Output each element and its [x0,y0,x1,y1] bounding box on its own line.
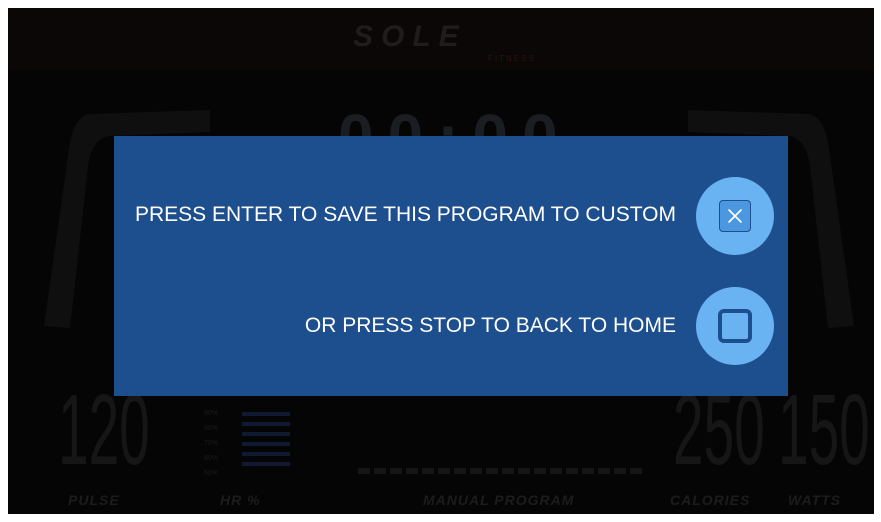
x-box-icon [719,200,751,232]
program-bar [422,468,434,474]
hr-zone-scale: 90% 80% 70% 60% 50% [204,406,218,481]
save-prompt-text: PRESS ENTER TO SAVE THIS PROGRAM TO CUST… [134,203,676,226]
console-screen: SOLE FITNESS 00:00 120 250 150 90% 80% 7… [8,8,874,514]
hr-bar [242,432,290,436]
hr-bar [242,462,290,466]
enter-save-button[interactable] [696,177,774,255]
program-profile-bars [358,468,648,474]
square-stop-icon [718,309,752,343]
calories-label: CALORIES [670,492,751,508]
program-bar [566,468,578,474]
program-bar [470,468,482,474]
logo-band: SOLE FITNESS [8,8,874,70]
program-bar [582,468,594,474]
hr-scale-label: 50% [204,470,219,477]
brand-logo: SOLE [353,20,467,53]
program-bar [630,468,642,474]
program-bar [550,468,562,474]
home-prompt-text: OR PRESS STOP TO BACK TO HOME [304,314,676,337]
watts-value: 150 [778,374,870,486]
program-bar [614,468,626,474]
hr-bar [242,452,290,456]
program-bar [534,468,546,474]
program-bar [390,468,402,474]
hr-label: HR % [220,492,261,508]
hr-zone-bars [242,412,290,472]
brand-sub: FITNESS [488,54,536,63]
program-bar [358,468,370,474]
program-bar [374,468,386,474]
hr-scale-label: 70% [204,440,219,447]
pulse-label: PULSE [68,492,120,508]
watts-label: WATTS [788,492,841,508]
program-label: MANUAL PROGRAM [423,492,575,508]
hr-bar [242,422,290,426]
program-bar [598,468,610,474]
program-bar [454,468,466,474]
hr-scale-label: 90% [204,410,219,417]
program-bar [518,468,530,474]
program-bar [486,468,498,474]
stop-home-button[interactable] [696,287,774,365]
program-bar [438,468,450,474]
hr-scale-label: 80% [204,425,219,432]
program-bar [502,468,514,474]
hr-bar [242,412,290,416]
hr-bar [242,442,290,446]
program-bar [406,468,418,474]
hr-scale-label: 60% [204,455,219,462]
save-program-dialog: PRESS ENTER TO SAVE THIS PROGRAM TO CUST… [114,136,788,396]
